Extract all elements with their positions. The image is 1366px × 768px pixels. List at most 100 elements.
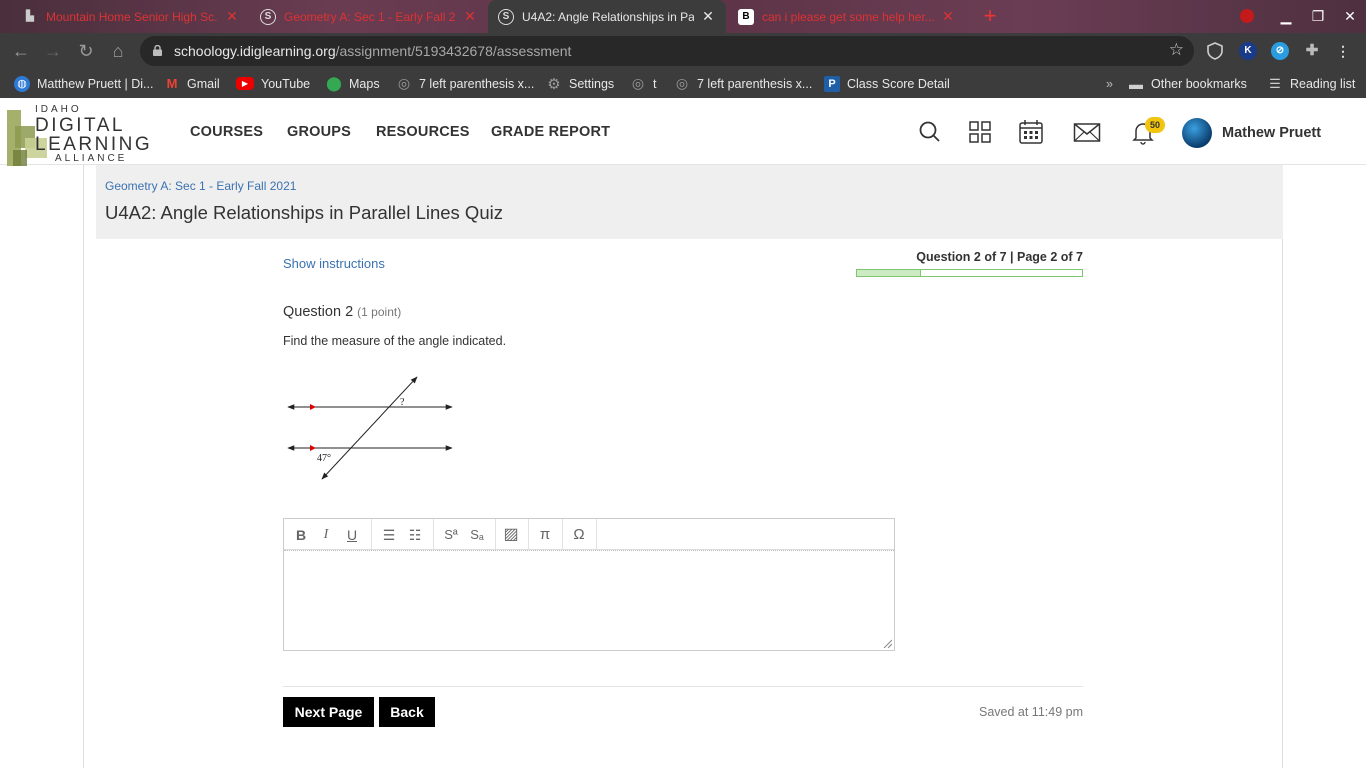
reading-list-button[interactable]: ☰ Reading list: [1267, 69, 1355, 98]
site-header: IDAHO DIGITAL LEARNING ALLIANCE COURSES …: [0, 98, 1366, 166]
calendar-icon[interactable]: [1018, 119, 1044, 145]
resize-grip-icon[interactable]: [882, 638, 892, 648]
tab-close-icon[interactable]: ✕: [462, 8, 478, 25]
footer-divider: [283, 686, 1083, 687]
bookmark-item[interactable]: ◎ 7 left parenthesis x...: [674, 69, 812, 98]
globe-icon: ◍: [14, 75, 30, 92]
browser-toolbar: ← → ↻ ⌂ schoology.idiglearning.org/assig…: [0, 33, 1366, 69]
superscript-button[interactable]: Sª: [440, 525, 462, 545]
user-avatar[interactable]: [1182, 118, 1212, 148]
extensions-puzzle-icon[interactable]: ✚: [1303, 42, 1321, 60]
numbered-list-button[interactable]: ☷: [404, 525, 426, 545]
window-close-icon[interactable]: ✕: [1334, 0, 1366, 33]
back-arrow-icon[interactable]: ←: [10, 40, 32, 62]
schoology-favicon-icon: S: [498, 8, 514, 25]
saved-status: Saved at 11:49 pm: [978, 705, 1083, 719]
chrome-menu-icon[interactable]: ⋮: [1334, 42, 1352, 60]
mail-icon[interactable]: [1073, 119, 1101, 145]
k-extension-icon[interactable]: K: [1239, 42, 1257, 60]
bookmark-item[interactable]: ◎ t: [630, 69, 657, 98]
tab-angle-quiz[interactable]: S U4A2: Angle Relationships in Pa ✕: [488, 0, 726, 33]
bookmark-item[interactable]: P Class Score Detail: [824, 69, 950, 98]
new-tab-button[interactable]: +: [978, 4, 1002, 28]
search-icon[interactable]: [917, 119, 943, 145]
url-host: schoology.idiglearning.org: [174, 43, 336, 59]
italic-button[interactable]: I: [315, 525, 337, 545]
bookmark-star-icon[interactable]: ☆: [1169, 40, 1184, 60]
bookmark-label: Gmail: [187, 76, 220, 91]
idla-logo[interactable]: IDAHO DIGITAL LEARNING ALLIANCE: [7, 104, 172, 166]
subscript-button[interactable]: Sₐ: [466, 525, 488, 545]
minimize-icon[interactable]: ▁: [1270, 0, 1302, 33]
shield-icon[interactable]: [1207, 42, 1223, 60]
bookmark-label: Settings: [569, 76, 615, 91]
course-header-band: Geometry A: Sec 1 - Early Fall 2021 U4A2…: [96, 165, 1283, 239]
bold-button[interactable]: B: [290, 525, 312, 545]
url-text: schoology.idiglearning.org/assignment/51…: [174, 43, 571, 59]
insert-image-button[interactable]: ▨: [500, 525, 522, 545]
tab-brainly-question[interactable]: B can i please get some help her... ✕: [728, 0, 966, 33]
maps-icon: ⬤: [326, 75, 342, 91]
transversal-line: [321, 376, 418, 480]
address-bar[interactable]: schoology.idiglearning.org/assignment/51…: [140, 36, 1194, 66]
reading-list-label: Reading list: [1290, 76, 1356, 91]
nav-grade-report[interactable]: GRADE REPORT: [491, 98, 610, 165]
bookmark-item[interactable]: ◍ Matthew Pruett | Di...: [14, 69, 153, 98]
gear-icon: ⚙: [547, 75, 561, 93]
globe-icon: ◎: [631, 75, 645, 91]
answer-editor: B I U ☰ ☷ Sª Sₐ ▨ π Ω: [283, 518, 895, 651]
next-page-button[interactable]: Next Page: [283, 697, 374, 727]
apps-grid-icon[interactable]: [967, 119, 993, 145]
page-title: U4A2: Angle Relationships in Parallel Li…: [105, 202, 503, 223]
editor-toolbar: B I U ☰ ☷ Sª Sₐ ▨ π Ω: [284, 519, 894, 550]
reload-icon[interactable]: ↻: [75, 40, 97, 62]
folder-icon: ▬: [1129, 75, 1143, 92]
other-bookmarks-folder[interactable]: ▬ Other bookmarks: [1128, 69, 1247, 98]
nav-groups[interactable]: GROUPS: [287, 98, 351, 165]
tab-mountain-home[interactable]: ▙ Mountain Home Senior High Sc... ✕: [12, 0, 250, 33]
logo-line-4: ALLIANCE: [55, 153, 128, 164]
tab-close-icon[interactable]: ✕: [940, 8, 956, 25]
youtube-icon: ▶: [236, 77, 254, 90]
powerschool-icon: P: [824, 75, 840, 92]
bookmark-label: Maps: [349, 76, 380, 91]
show-instructions-link[interactable]: Show instructions: [283, 256, 385, 271]
bookmark-item[interactable]: ▶ YouTube: [236, 69, 310, 98]
bookmarks-bar: ◍ Matthew Pruett | Di... M Gmail ▶ YouTu…: [0, 69, 1366, 98]
bullet-list-button[interactable]: ☰: [378, 525, 400, 545]
underline-button[interactable]: U: [341, 525, 363, 545]
breadcrumb-course-link[interactable]: Geometry A: Sec 1 - Early Fall 2021: [105, 179, 296, 193]
tab-title: can i please get some help her...: [762, 9, 934, 24]
bookmark-label: 7 left parenthesis x...: [697, 76, 813, 91]
back-button[interactable]: Back: [379, 697, 435, 727]
question-heading: Question 2 (1 point): [283, 304, 401, 320]
special-characters-button[interactable]: Ω: [568, 525, 590, 545]
parallel-marker-bottom: [310, 445, 316, 451]
forward-arrow-icon[interactable]: →: [42, 40, 64, 62]
z-extension-icon[interactable]: ⊘: [1271, 42, 1289, 60]
browser-tab-strip: ▙ Mountain Home Senior High Sc... ✕ S Ge…: [0, 0, 1366, 33]
toolbar-separator: [596, 519, 597, 550]
parallel-marker-top: [310, 404, 316, 410]
nav-resources[interactable]: RESOURCES: [376, 98, 470, 165]
tab-close-icon[interactable]: ✕: [224, 8, 240, 25]
recording-indicator-icon: [1240, 9, 1254, 23]
math-pi-button[interactable]: π: [534, 525, 556, 545]
bookmark-item[interactable]: M Gmail: [164, 69, 220, 98]
home-icon[interactable]: ⌂: [107, 40, 129, 62]
answer-text-area[interactable]: [284, 550, 894, 650]
user-name[interactable]: Mathew Pruett: [1222, 125, 1321, 141]
lock-icon: [153, 45, 162, 56]
tab-geometry-course[interactable]: S Geometry A: Sec 1 - Early Fall 2 ✕: [250, 0, 488, 33]
restore-icon[interactable]: ❐: [1302, 0, 1334, 33]
bookmark-item[interactable]: ⬤ Maps: [326, 69, 380, 98]
globe-icon: ◎: [675, 75, 689, 91]
bookmark-label: 7 left parenthesis x...: [419, 76, 535, 91]
reading-list-icon: ☰: [1269, 75, 1281, 91]
tab-close-icon[interactable]: ✕: [700, 8, 716, 25]
bookmarks-overflow-button[interactable]: »: [1106, 69, 1113, 98]
bookmark-label: Class Score Detail: [847, 76, 950, 91]
bookmark-item[interactable]: ◎ 7 left parenthesis x...: [396, 69, 534, 98]
nav-courses[interactable]: COURSES: [190, 98, 263, 165]
bookmark-item[interactable]: ⚙ Settings: [546, 69, 614, 98]
